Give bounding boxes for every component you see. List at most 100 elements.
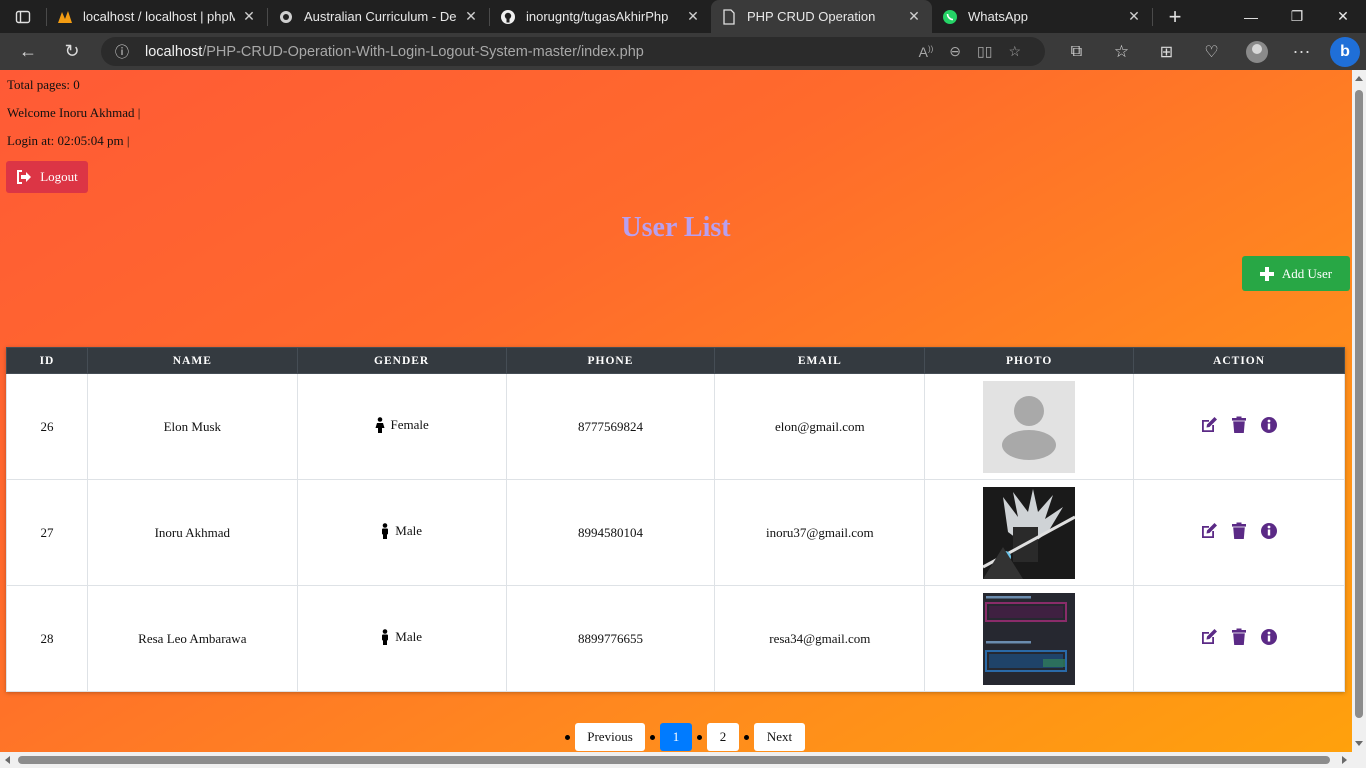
cell-phone: 8994580104 (505, 479, 716, 586)
close-tab-icon[interactable]: ✕ (1126, 8, 1142, 25)
edit-icon[interactable] (1200, 522, 1218, 540)
info-icon[interactable] (1260, 628, 1278, 646)
page-2-button[interactable]: 2 (707, 723, 739, 751)
address-bar[interactable]: ⓘ localhost/PHP-CRUD-Operation-With-Logi… (101, 37, 1045, 66)
vertical-scrollbar[interactable] (1352, 70, 1366, 752)
column-header-phone: PHONE (505, 347, 716, 374)
edit-icon[interactable] (1200, 628, 1218, 646)
info-icon[interactable] (1260, 522, 1278, 540)
tab-title: PHP CRUD Operation (747, 9, 876, 24)
puzzle-icon: ⧉ (1070, 42, 1083, 60)
scroll-left-icon[interactable] (5, 756, 10, 764)
url-path: /PHP-CRUD-Operation-With-Login-Logout-Sy… (202, 43, 644, 60)
tab-phpmyadmin[interactable]: localhost / localhost | phpMyA ✕ (47, 0, 267, 33)
phpmyadmin-icon (57, 9, 73, 25)
total-pages-text: Total pages: 0 (7, 77, 80, 92)
favorite-add-icon[interactable]: ☆ (1008, 43, 1021, 60)
horizontal-scrollbar[interactable] (0, 752, 1366, 768)
url-host: localhost (145, 43, 203, 60)
document-icon (721, 8, 737, 25)
browser-tab-strip: localhost / localhost | phpMyA ✕ Austral… (0, 0, 1366, 33)
bullet-marker (565, 734, 570, 740)
scrollbar-thumb[interactable] (18, 756, 1330, 764)
table-row: 28 Resa Leo Ambarawa Male 8899776655 res… (6, 585, 1345, 692)
tab-whatsapp[interactable]: WhatsApp ✕ (932, 0, 1152, 33)
window-controls: — ❐ ✕ (1228, 0, 1366, 33)
back-arrow-icon: ← (19, 41, 37, 61)
tab-github[interactable]: inorugntg/tugasAkhirPhp ✕ (490, 0, 711, 33)
scrollbar-thumb[interactable] (1355, 90, 1363, 718)
close-tab-icon[interactable]: ✕ (906, 8, 922, 25)
cell-name: Elon Musk (86, 373, 298, 480)
logout-button[interactable]: Logout (6, 161, 88, 193)
site-info-icon[interactable]: ⓘ (115, 42, 129, 62)
new-tab-button[interactable]: + (1153, 0, 1197, 35)
user-photo-default-avatar (983, 380, 1076, 473)
close-window-button[interactable]: ✕ (1320, 0, 1366, 33)
scroll-down-icon[interactable] (1355, 741, 1363, 746)
edit-icon[interactable] (1200, 416, 1218, 434)
delete-icon[interactable] (1230, 522, 1248, 540)
delete-icon[interactable] (1230, 628, 1248, 646)
page-title: User List (621, 212, 731, 243)
cell-actions (1133, 585, 1345, 692)
refresh-button[interactable]: ↻ (50, 33, 94, 70)
bullet-marker (650, 734, 655, 740)
tab-title: WhatsApp (968, 9, 1028, 24)
page-1-button[interactable]: 1 (660, 723, 692, 751)
more-dots-icon: ··· (1292, 41, 1311, 61)
favorites-button[interactable]: ☆ (1099, 33, 1144, 70)
cell-actions (1133, 479, 1345, 586)
gender-label: Female (390, 416, 429, 432)
user-photo-welcome-terminal (983, 592, 1076, 685)
previous-page-button[interactable]: Previous (575, 723, 645, 751)
address-bar-actions: A)) ⊖ ▯▯ ☆ (919, 37, 1021, 66)
tab-title: Australian Curriculum - Depar (304, 9, 457, 24)
column-header-action: ACTION (1133, 347, 1345, 374)
tab-actions-button[interactable] (0, 0, 46, 33)
pagination: Previous 1 2 Next (560, 722, 805, 752)
logout-label: Logout (40, 169, 78, 184)
scroll-right-icon[interactable] (1342, 756, 1347, 764)
cell-email: elon@gmail.com (714, 373, 926, 480)
column-header-email: EMAIL (714, 347, 926, 374)
read-aloud-icon[interactable]: A)) (919, 44, 934, 60)
settings-menu-button[interactable]: ··· (1279, 33, 1324, 70)
cell-photo (924, 479, 1135, 586)
welcome-text: Welcome Inoru Akhmad | (7, 105, 141, 120)
delete-icon[interactable] (1230, 416, 1248, 434)
back-button[interactable]: ← (6, 33, 50, 70)
next-page-button[interactable]: Next (754, 723, 805, 751)
cell-actions (1133, 373, 1345, 480)
plus-icon (1259, 266, 1274, 281)
browser-essentials-button[interactable]: ♡ (1189, 33, 1234, 70)
female-icon (375, 416, 384, 433)
cell-photo (924, 373, 1135, 480)
minimize-button[interactable]: — (1228, 0, 1274, 33)
info-icon[interactable] (1260, 416, 1278, 434)
close-tab-icon[interactable]: ✕ (685, 8, 701, 25)
cell-name: Inoru Akhmad (86, 479, 298, 586)
scroll-up-icon[interactable] (1355, 76, 1363, 81)
tab-australian-curriculum[interactable]: Australian Curriculum - Depar ✕ (268, 0, 489, 33)
column-header-id: ID (6, 347, 88, 374)
zoom-out-icon[interactable]: ⊖ (949, 43, 961, 60)
cell-email: inoru37@gmail.com (714, 479, 926, 586)
split-screen-icon[interactable]: ▯▯ (977, 43, 992, 60)
restore-button[interactable]: ❐ (1274, 0, 1320, 33)
profile-button[interactable] (1234, 33, 1279, 70)
tab-php-crud[interactable]: PHP CRUD Operation ✕ (711, 0, 932, 33)
bing-copilot-button[interactable]: b (1324, 33, 1366, 70)
close-tab-icon[interactable]: ✕ (241, 8, 257, 25)
heart-pulse-icon: ♡ (1204, 43, 1219, 61)
extensions-button[interactable]: ⧉ (1054, 33, 1099, 70)
gender-label: Male (395, 522, 422, 538)
table-row: 27 Inoru Akhmad Male 8994580104 inoru37@… (6, 479, 1345, 586)
close-tab-icon[interactable]: ✕ (463, 8, 479, 25)
cell-photo (924, 585, 1135, 692)
cell-gender: Female (296, 373, 507, 480)
collections-button[interactable]: ⊞ (1144, 33, 1189, 70)
close-icon: ✕ (1337, 8, 1349, 24)
sign-out-icon (17, 170, 32, 184)
add-user-button[interactable]: Add User (1242, 256, 1350, 291)
